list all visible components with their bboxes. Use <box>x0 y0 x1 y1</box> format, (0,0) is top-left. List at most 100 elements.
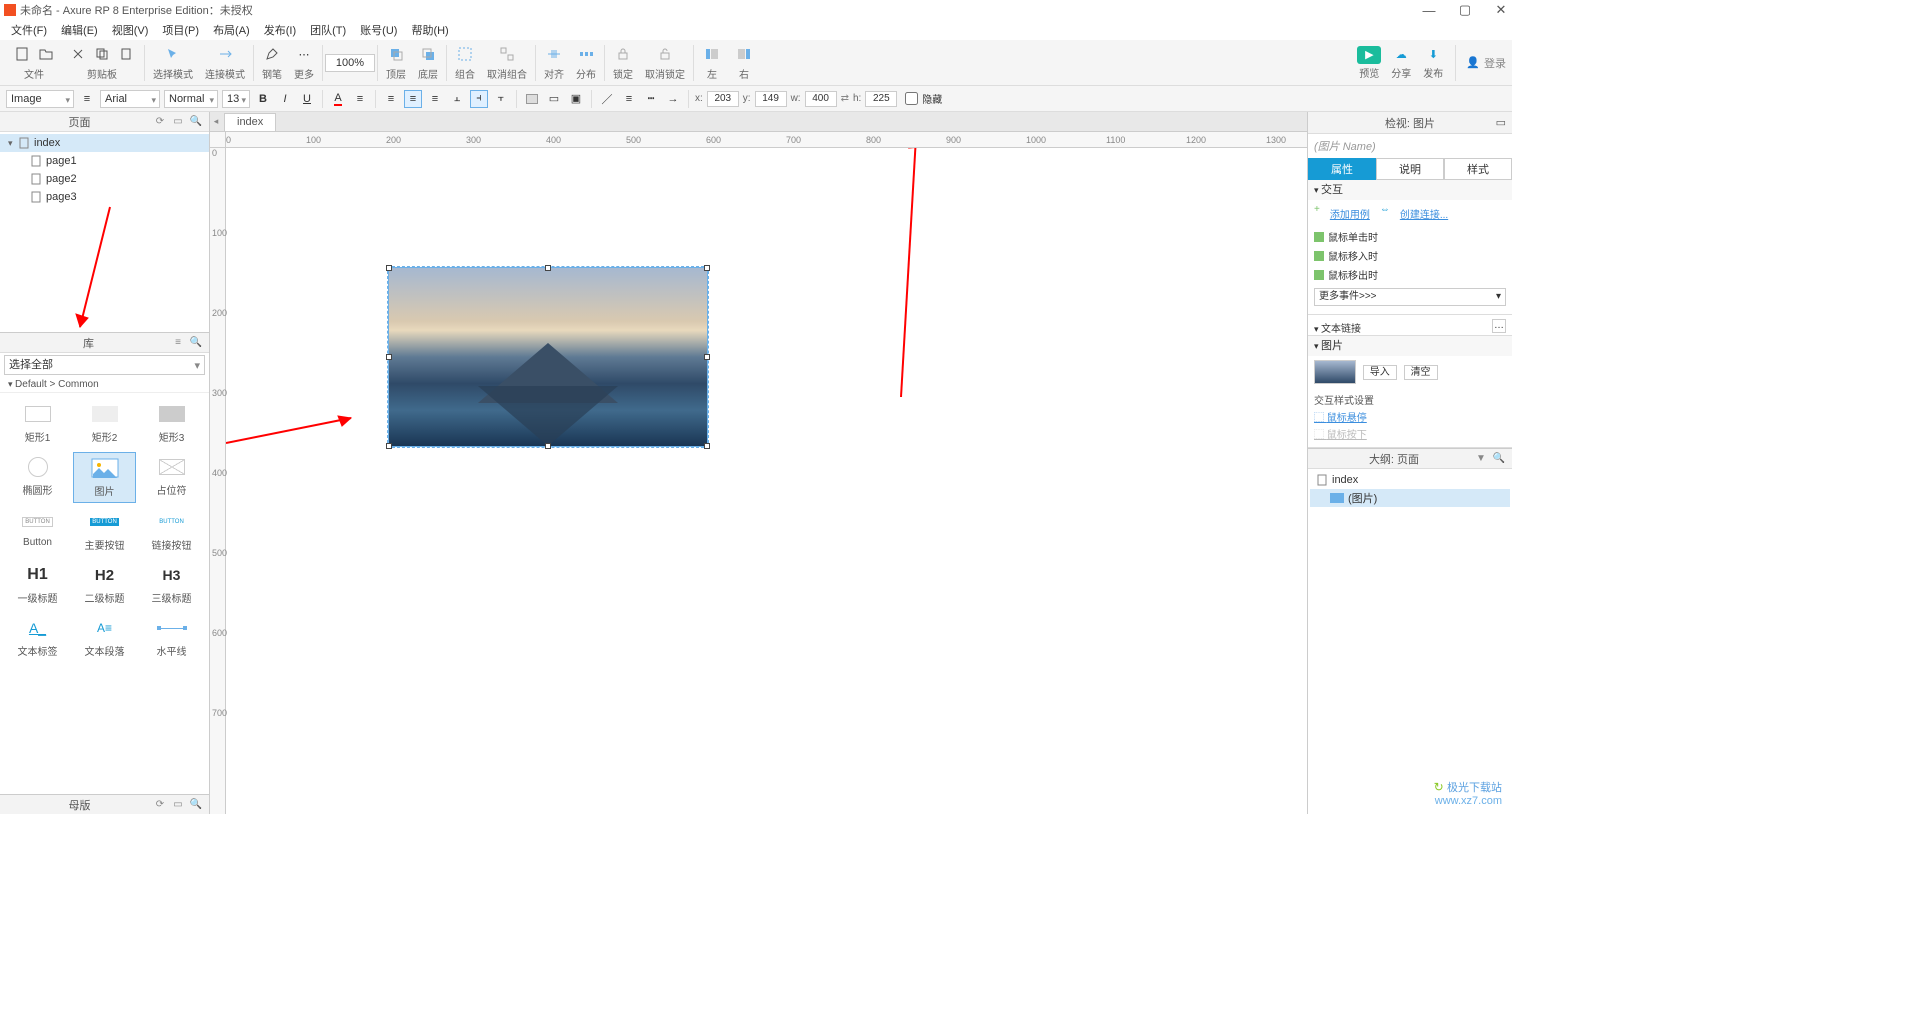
valign-bottom-button[interactable]: ⫟ <box>492 90 510 108</box>
unlock-icon[interactable] <box>655 44 675 64</box>
w-input[interactable]: 400 <box>805 91 837 107</box>
library-category[interactable]: Default > Common <box>0 377 209 393</box>
tab-notes[interactable]: 说明 <box>1376 158 1444 180</box>
widget-link-button[interactable]: BUTTON链接按钮 <box>140 507 203 556</box>
menu-project[interactable]: 项目(P) <box>156 20 205 40</box>
add-folder-icon[interactable]: ▭ <box>171 115 185 129</box>
outline-search-icon[interactable]: 🔍 <box>1492 452 1506 466</box>
event-mousein[interactable]: 鼠标移入时 <box>1314 246 1506 265</box>
mousedown-style-link[interactable]: ⬚ 鼠标按下 <box>1314 426 1506 441</box>
align-left-button[interactable]: ≡ <box>382 90 400 108</box>
ungroup-icon[interactable] <box>497 44 517 64</box>
menu-view[interactable]: 视图(V) <box>106 20 155 40</box>
close-button[interactable]: ✕ <box>1494 3 1508 17</box>
connect-mode-icon[interactable] <box>215 44 235 64</box>
lock-icon[interactable] <box>613 44 633 64</box>
arrow-style-button[interactable]: → <box>664 90 682 108</box>
bullets-button[interactable]: ≡ <box>351 90 369 108</box>
page-item-1[interactable]: page1 <box>0 152 209 170</box>
line-color-button[interactable]: ／ <box>598 90 616 108</box>
font-color-button[interactable]: A <box>329 90 347 108</box>
page-item-3[interactable]: page3 <box>0 188 209 206</box>
login-button[interactable]: 👤 登录 <box>1466 55 1506 71</box>
zoom-input[interactable]: 100% <box>325 54 375 72</box>
inner-shadow-button[interactable]: ▣ <box>567 90 585 108</box>
menu-team[interactable]: 团队(T) <box>304 20 352 40</box>
style-selector[interactable]: Image <box>6 90 74 108</box>
pen-icon[interactable] <box>262 44 282 64</box>
bold-button[interactable]: B <box>254 90 272 108</box>
clear-button[interactable]: 清空 <box>1404 365 1438 380</box>
new-file-icon[interactable] <box>12 44 32 64</box>
italic-button[interactable]: I <box>276 90 294 108</box>
event-mouseout[interactable]: 鼠标移出时 <box>1314 265 1506 284</box>
widget-ellipse[interactable]: 椭圆形 <box>6 452 69 503</box>
style-apply-icon[interactable]: ≡ <box>78 90 96 108</box>
align-center-button[interactable]: ≡ <box>404 90 422 108</box>
send-back-icon[interactable] <box>418 44 438 64</box>
widget-placeholder[interactable]: 占位符 <box>140 452 203 503</box>
menu-arrange[interactable]: 布局(A) <box>207 20 256 40</box>
menu-account[interactable]: 账号(U) <box>354 20 403 40</box>
outline-root[interactable]: index <box>1310 471 1510 489</box>
widget-button[interactable]: BUTTONButton <box>6 507 69 556</box>
valign-top-button[interactable]: ⫠ <box>448 90 466 108</box>
copy-icon[interactable] <box>92 44 112 64</box>
widget-h3[interactable]: H3三级标题 <box>140 560 203 609</box>
section-interactions[interactable]: 交互 <box>1308 180 1512 200</box>
font-weight-selector[interactable]: Normal <box>164 90 218 108</box>
add-case-link[interactable]: 添加用例 <box>1330 206 1370 221</box>
outline-filter-icon[interactable]: ▼ <box>1474 452 1488 466</box>
lib-search-icon[interactable]: 🔍 <box>189 336 203 350</box>
widget-primary-button[interactable]: BUTTON主要按钮 <box>73 507 136 556</box>
master-search-icon[interactable]: 🔍 <box>189 798 203 812</box>
more-icon[interactable]: ⋯ <box>294 44 314 64</box>
create-link-link[interactable]: 创建连接... <box>1400 206 1448 221</box>
outer-shadow-button[interactable]: ▭ <box>545 90 563 108</box>
line-width-button[interactable]: ≡ <box>620 90 638 108</box>
align-right-button[interactable]: ≡ <box>426 90 444 108</box>
add-master-icon[interactable]: ⟳ <box>153 798 167 812</box>
distribute-icon[interactable] <box>576 44 596 64</box>
menu-publish[interactable]: 发布(I) <box>258 20 302 40</box>
more-events-select[interactable]: 更多事件>>> <box>1314 288 1506 306</box>
widget-h2[interactable]: H2二级标题 <box>73 560 136 609</box>
menu-help[interactable]: 帮助(H) <box>405 20 454 40</box>
underline-button[interactable]: U <box>298 90 316 108</box>
publish-button[interactable]: ⬇发布 <box>1421 46 1445 80</box>
widget-name-input[interactable]: (图片 Name) <box>1308 134 1512 158</box>
page-root-item[interactable]: ▾ index <box>0 134 209 152</box>
dock-right-icon[interactable] <box>734 44 754 64</box>
widget-rect1[interactable]: 矩形1 <box>6 399 69 448</box>
page-item-2[interactable]: page2 <box>0 170 209 188</box>
font-size-selector[interactable]: 13 <box>222 90 250 108</box>
paste-icon[interactable] <box>116 44 136 64</box>
bring-front-icon[interactable] <box>386 44 406 64</box>
group-icon[interactable] <box>455 44 475 64</box>
x-input[interactable]: 203 <box>707 91 739 107</box>
lib-menu-icon[interactable]: ≡ <box>171 336 185 350</box>
minimize-button[interactable]: — <box>1422 3 1436 17</box>
import-button[interactable]: 导入 <box>1363 365 1397 380</box>
library-select[interactable]: 选择全部 <box>4 355 205 375</box>
tab-style[interactable]: 样式 <box>1444 158 1512 180</box>
event-click[interactable]: 鼠标单击时 <box>1314 227 1506 246</box>
search-pages-icon[interactable]: 🔍 <box>189 115 203 129</box>
fill-color-button[interactable] <box>523 90 541 108</box>
cut-icon[interactable] <box>68 44 88 64</box>
hover-style-link[interactable]: ⬚ 鼠标悬停 <box>1314 409 1506 424</box>
menu-edit[interactable]: 编辑(E) <box>55 20 104 40</box>
menu-file[interactable]: 文件(F) <box>5 20 53 40</box>
preview-button[interactable]: ▶预览 <box>1357 46 1381 80</box>
line-style-button[interactable]: ┅ <box>642 90 660 108</box>
share-button[interactable]: ☁分享 <box>1389 46 1413 80</box>
lock-aspect-icon[interactable]: ⇄ <box>841 93 849 104</box>
textlink-button[interactable]: … <box>1492 319 1506 333</box>
h-input[interactable]: 225 <box>865 91 897 107</box>
inspector-expand-icon[interactable]: ▭ <box>1496 116 1506 129</box>
add-page-icon[interactable]: ⟳ <box>153 115 167 129</box>
select-mode-icon[interactable] <box>163 44 183 64</box>
widget-h1[interactable]: H1一级标题 <box>6 560 69 609</box>
widget-rect3[interactable]: 矩形3 <box>140 399 203 448</box>
selected-image-widget[interactable] <box>388 267 708 447</box>
